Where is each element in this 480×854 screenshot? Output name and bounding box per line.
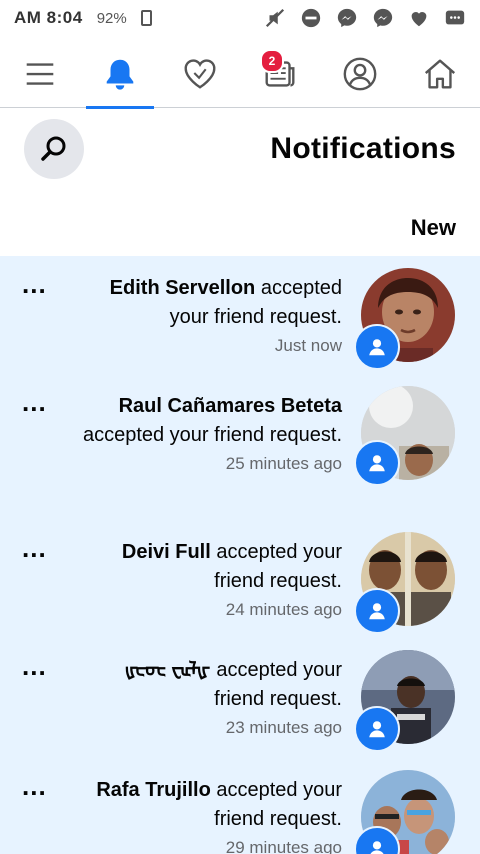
tab-bar: 2 [0, 40, 480, 109]
notification-time: Just now [274, 336, 342, 355]
section-label-new: New [410, 215, 456, 240]
search-icon [41, 136, 66, 161]
status-time: AM 8:04 [14, 8, 83, 27]
notification-name: Edith Servellon [109, 277, 256, 299]
messenger-icon [336, 7, 358, 29]
do-not-disturb-icon [300, 7, 322, 29]
friend-request-badge [354, 440, 400, 486]
friend-request-badge [354, 324, 400, 370]
notification-message: accepted your friend request. [214, 541, 342, 592]
more-options-button[interactable]: ... [22, 271, 47, 297]
page-title: Notifications [270, 132, 456, 165]
person-icon [370, 841, 384, 854]
notification-message: accepted your friend request. [214, 659, 342, 710]
notifications-header: Notifications [0, 110, 480, 190]
friend-request-badge [354, 706, 400, 752]
heart-icon [184, 58, 216, 89]
home-icon [424, 59, 456, 88]
status-bar: AM 8:04 92% [0, 0, 480, 36]
tab-news[interactable]: 2 [240, 40, 320, 108]
status-right [264, 7, 466, 29]
tab-dating[interactable] [160, 40, 240, 108]
mute-icon [264, 7, 286, 29]
notification-message: accepted your friend request. [82, 424, 342, 446]
search-button[interactable] [24, 119, 84, 179]
friend-request-badge [354, 588, 400, 634]
heart-icon [408, 7, 430, 29]
tab-home[interactable] [400, 40, 480, 108]
notification-time: 23 minutes ago [225, 718, 342, 737]
person-icon [369, 455, 385, 472]
notification-text: ᡁᡄᡉᡄ ᠸᡅᡀ accepted your friend request. 2… [72, 656, 342, 740]
notification-badge: 2 [260, 48, 284, 73]
messenger-icon-2 [372, 7, 394, 29]
notification-name: Rafa Trujillo [96, 779, 211, 801]
notification-time: 29 minutes ago [225, 838, 342, 854]
notification-message: accepted your friend request. [214, 779, 342, 830]
tab-menu[interactable] [0, 40, 80, 108]
more-options-button[interactable]: ... [22, 653, 47, 679]
notification-name: Raul Cañamares Beteta [118, 395, 342, 417]
person-icon [369, 721, 385, 738]
sms-icon [444, 7, 466, 29]
notification-text: Raul Cañamares Beteta accepted your frie… [72, 392, 342, 476]
notification-list: ... Edith Servellon accepted your friend… [0, 256, 480, 854]
notification-name: ᡁᡄᡉᡄ ᠸᡅᡀ [125, 659, 211, 681]
more-options-button[interactable]: ... [22, 535, 47, 561]
bell-icon [106, 59, 134, 90]
menu-icon [26, 62, 54, 85]
status-battery: 92% [96, 9, 127, 27]
notification-time: 24 minutes ago [225, 600, 342, 619]
sim-icon [140, 10, 152, 26]
status-left: AM 8:04 92% [14, 8, 152, 28]
tab-profile[interactable] [320, 40, 400, 108]
more-options-button[interactable]: ... [22, 773, 47, 799]
notification-time: 25 minutes ago [225, 454, 342, 473]
notification-text: Deivi Full accepted your friend request.… [72, 538, 342, 622]
tab-notifications[interactable] [80, 40, 160, 109]
notification-text: Rafa Trujillo accepted your friend reque… [72, 776, 342, 854]
more-options-button[interactable]: ... [22, 389, 47, 415]
notification-name: Deivi Full [121, 541, 211, 563]
profile-icon [343, 57, 377, 90]
person-icon [369, 339, 385, 356]
notification-text: Edith Servellon accepted your friend req… [72, 274, 342, 358]
person-icon [369, 603, 385, 620]
